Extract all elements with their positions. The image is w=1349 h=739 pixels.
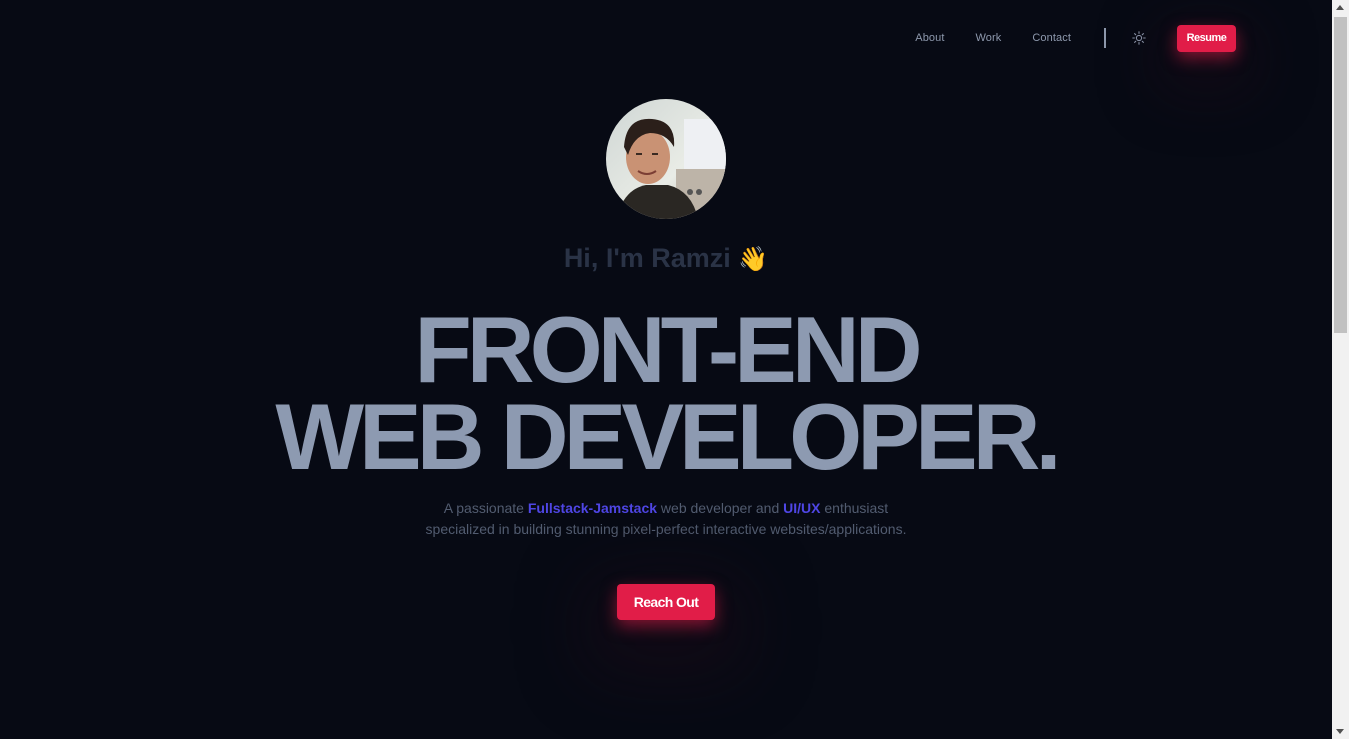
nav-link-work[interactable]: Work: [976, 32, 1002, 44]
sun-icon: [1132, 31, 1146, 45]
hero-subtitle: A passionate Fullstack-Jamstack web deve…: [416, 498, 916, 540]
scroll-up-arrow-icon[interactable]: [1336, 5, 1344, 10]
avatar: [606, 99, 726, 219]
scroll-thumb[interactable]: [1334, 17, 1347, 333]
nav-divider: [1104, 28, 1106, 48]
subtitle-text: web developer and: [657, 500, 784, 516]
resume-button[interactable]: Resume: [1177, 24, 1236, 52]
headline-line-1: FRONT-END: [414, 297, 922, 402]
subtitle-highlight-uiux: UI/UX: [783, 500, 821, 516]
nav-link-contact[interactable]: Contact: [1032, 32, 1071, 44]
page-scrollbar[interactable]: [1332, 0, 1349, 739]
scroll-down-arrow-icon[interactable]: [1336, 729, 1344, 734]
greeting: Hi, I'm Ramzi 👋: [0, 243, 1332, 274]
top-nav: About Work Contact Resume: [915, 24, 1236, 52]
subtitle-text: A passionate: [443, 500, 528, 516]
theme-toggle-button[interactable]: [1132, 31, 1146, 45]
nav-link-about[interactable]: About: [915, 32, 944, 44]
greeting-text: Hi, I'm Ramzi: [563, 243, 731, 273]
headline-line-2: WEB DEVELOPER.: [275, 384, 1061, 489]
reach-out-button[interactable]: Reach Out: [617, 584, 715, 620]
subtitle-highlight-fullstack: Fullstack-Jamstack: [527, 500, 658, 516]
page: About Work Contact Resume Hi, I'm Ramzi …: [0, 0, 1332, 739]
profile-photo: [606, 99, 726, 219]
wave-emoji: 👋: [738, 246, 769, 273]
